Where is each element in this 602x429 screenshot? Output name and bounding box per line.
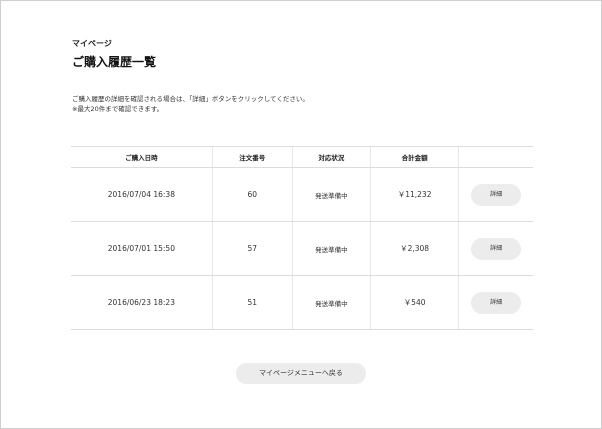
detail-button[interactable]: 詳細: [471, 291, 522, 314]
cell-status: 発送準備中: [291, 275, 371, 330]
cell-status: 発送準備中: [291, 221, 371, 276]
table-row: 2016/07/04 16:38 60 発送準備中 ￥11,232 詳細: [71, 167, 533, 222]
cell-total: ￥2,308: [369, 221, 459, 276]
cell-purchase-date: 2016/07/01 15:50: [71, 221, 213, 276]
cell-total: ￥11,232: [369, 167, 459, 222]
header-status: 対応状況: [291, 146, 371, 168]
page-title: ご購入履歴一覧: [72, 55, 157, 69]
description-line-1: ご購入履歴の詳細を確認される場合は、「詳細」ボタンをクリックしてください。: [72, 95, 309, 103]
cell-action: 詳細: [458, 167, 533, 222]
cell-order-number: 60: [211, 167, 293, 222]
cell-total: ￥540: [369, 275, 459, 330]
purchase-history-table: ご購入日時 注文番号 対応状況 合計金額 2016/07/04 16:38 60…: [71, 146, 533, 330]
cell-status: 発送準備中: [291, 167, 371, 222]
breadcrumb[interactable]: マイページ: [72, 38, 112, 49]
detail-button[interactable]: 詳細: [471, 183, 522, 206]
header-total: 合計金額: [369, 146, 459, 168]
header-order-number: 注文番号: [211, 146, 293, 168]
header-action: [458, 146, 533, 168]
cell-action: 詳細: [458, 275, 533, 330]
cell-purchase-date: 2016/07/04 16:38: [71, 167, 213, 222]
table-row: 2016/06/23 18:23 51 発送準備中 ￥540 詳細: [71, 275, 533, 330]
header-purchase-date: ご購入日時: [71, 146, 213, 168]
description: ご購入履歴の詳細を確認される場合は、「詳細」ボタンをクリックしてください。 ※最…: [72, 94, 309, 114]
table-header-row: ご購入日時 注文番号 対応状況 合計金額: [71, 146, 533, 168]
cell-purchase-date: 2016/06/23 18:23: [71, 275, 213, 330]
back-to-mypage-menu-button[interactable]: マイページメニューへ戻る: [236, 363, 366, 384]
cell-order-number: 57: [211, 221, 293, 276]
cell-action: 詳細: [458, 221, 533, 276]
detail-button[interactable]: 詳細: [471, 237, 522, 260]
table-row: 2016/07/01 15:50 57 発送準備中 ￥2,308 詳細: [71, 221, 533, 276]
cell-order-number: 51: [211, 275, 293, 330]
description-line-2: ※最大20件まで確認できます。: [72, 105, 164, 113]
